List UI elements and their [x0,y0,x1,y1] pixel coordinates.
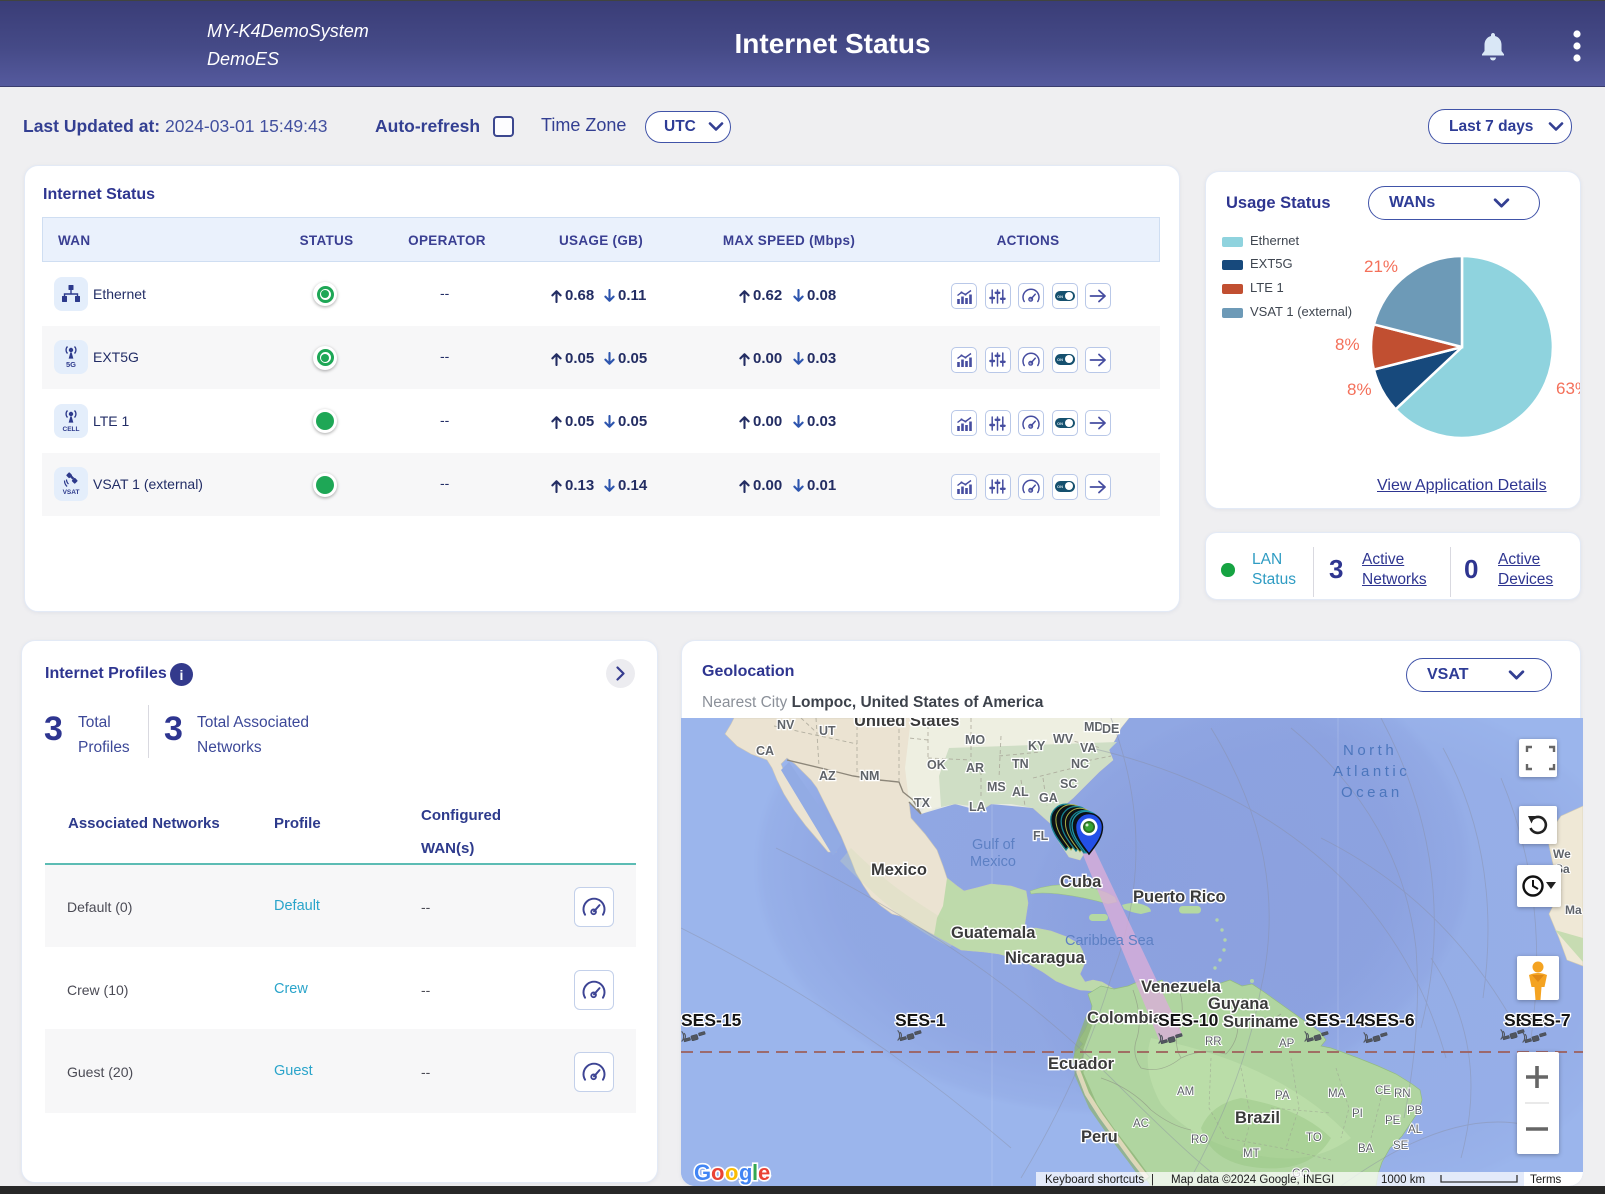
svg-text:MO: MO [965,733,985,747]
svg-text:Map data ©2024 Google, INEGI: Map data ©2024 Google, INEGI [1171,1174,1334,1186]
svg-text:G: G [694,1160,712,1185]
svg-text:Keyboard shortcuts: Keyboard shortcuts [1045,1174,1144,1186]
svg-text:Peru: Peru [1081,1128,1118,1146]
svg-text:We: We [1553,847,1571,861]
svg-text:MA: MA [1328,1088,1346,1100]
svg-text:NV: NV [777,718,795,732]
svg-text:CE: CE [1375,1085,1391,1097]
svg-text:SES-15: SES-15 [681,1010,742,1030]
svg-text:Atlantic: Atlantic [1333,763,1410,780]
svg-text:SES-6: SES-6 [1364,1010,1415,1030]
svg-text:Gulf of: Gulf of [972,837,1016,853]
svg-text:OK: OK [927,758,946,772]
svg-text:Puerto Rico: Puerto Rico [1133,888,1226,906]
svg-text:MD: MD [1084,720,1103,734]
svg-text:1000 km: 1000 km [1381,1174,1425,1186]
svg-text:RN: RN [1394,1088,1411,1100]
svg-text:TO: TO [1306,1132,1322,1144]
svg-text:PA: PA [1275,1090,1290,1102]
svg-text:e: e [758,1160,771,1185]
svg-text:Guatemala: Guatemala [951,924,1036,942]
svg-text:Brazil: Brazil [1235,1109,1280,1127]
svg-text:o: o [711,1160,725,1185]
svg-text:LA: LA [969,800,986,814]
svg-text:AP: AP [1279,1038,1295,1050]
svg-text:Ma: Ma [1565,903,1582,917]
svg-text:KY: KY [1028,739,1046,753]
svg-text:Mexico: Mexico [970,854,1016,870]
svg-text:VSAT: VSAT [63,489,80,496]
svg-text:CA: CA [756,744,774,758]
svg-text:PB: PB [1407,1105,1423,1117]
svg-text:Venezuela: Venezuela [1141,978,1222,996]
svg-text:GA: GA [1039,791,1058,805]
svg-text:SC: SC [1060,777,1077,791]
svg-text:North: North [1343,742,1397,759]
svg-text:AR: AR [966,761,984,775]
svg-text:Mexico: Mexico [871,861,927,879]
svg-text:NC: NC [1071,757,1089,771]
svg-text:SE: SE [1393,1140,1409,1152]
svg-text:Sea: Sea [1128,933,1155,949]
svg-text:TN: TN [1012,757,1029,771]
svg-text:Terms: Terms [1530,1174,1562,1186]
svg-text:SES-7: SES-7 [1520,1010,1571,1030]
svg-text:PI: PI [1352,1108,1363,1120]
svg-text:Ecuador: Ecuador [1048,1055,1115,1073]
svg-text:United States: United States [854,718,959,730]
svg-text:PE: PE [1385,1115,1401,1127]
svg-text:VA: VA [1080,741,1096,755]
svg-text:AC: AC [1133,1118,1149,1130]
svg-text:Colombia: Colombia [1087,1009,1163,1027]
svg-text:g: g [739,1160,753,1185]
svg-text:o: o [725,1160,739,1185]
svg-text:RO: RO [1191,1134,1208,1146]
svg-text:CELL: CELL [63,426,80,433]
svg-text:5G: 5G [66,360,76,369]
svg-text:Caribbea: Caribbea [1065,933,1125,949]
svg-text:NM: NM [860,769,879,783]
svg-text:Ocean: Ocean [1341,784,1403,801]
svg-text:|: | [1151,1174,1154,1186]
svg-text:BA: BA [1358,1143,1374,1155]
svg-text:DE: DE [1102,722,1119,736]
svg-text:SES-1: SES-1 [895,1010,946,1030]
svg-text:AZ: AZ [819,769,836,783]
svg-text:UT: UT [819,724,836,738]
svg-text:Suriname: Suriname [1223,1013,1298,1031]
svg-text:Cuba: Cuba [1060,873,1102,891]
svg-text:SES-14: SES-14 [1305,1010,1366,1030]
svg-text:AM: AM [1177,1086,1194,1098]
svg-text:AL: AL [1408,1124,1423,1136]
svg-text:AL: AL [1012,785,1029,799]
svg-text:SES-10: SES-10 [1158,1010,1219,1030]
svg-text:Nicaragua: Nicaragua [1005,949,1086,967]
svg-text:FL: FL [1033,829,1049,843]
svg-text:TX: TX [914,796,931,810]
svg-text:MS: MS [987,780,1006,794]
svg-text:RR: RR [1205,1036,1222,1048]
svg-text:WV: WV [1053,732,1074,746]
svg-text:MT: MT [1243,1148,1260,1160]
